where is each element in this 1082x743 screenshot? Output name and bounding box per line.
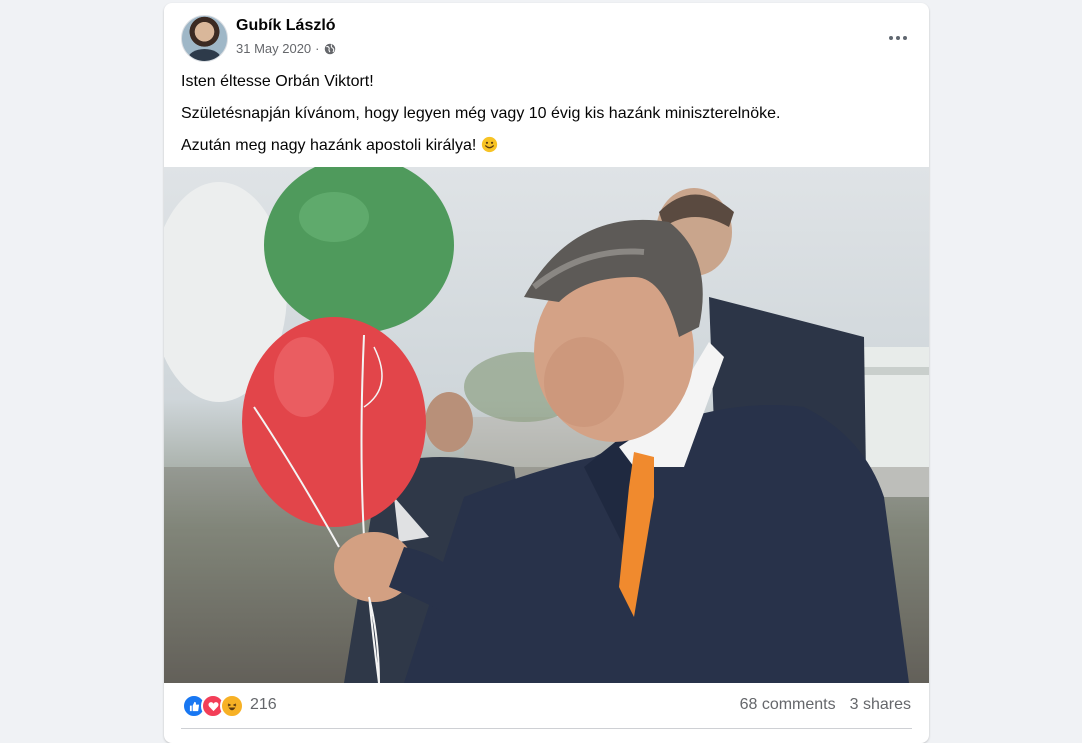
more-options-button[interactable] [883,23,913,53]
reaction-count[interactable]: 216 [250,696,277,714]
post-text-line: Azután meg nagy hazánk apostoli királya! [181,135,780,156]
reactions-bar: 216 68 comments 3 shares [164,684,929,728]
more-options-icon [889,36,893,40]
post-text: Isten éltesse Orbán Viktort! Születésnap… [181,71,780,167]
post-photo[interactable] [164,167,929,683]
divider [181,728,912,729]
meta-separator: · [315,41,320,56]
photo-illustration [164,167,929,683]
smiley-emoji-icon [481,136,497,153]
shares-count[interactable]: 3 shares [850,696,911,714]
comments-count[interactable]: 68 comments [740,696,836,714]
avatar[interactable] [181,15,228,62]
post-text-line: Isten éltesse Orbán Viktort! [181,73,374,90]
post-date[interactable]: 31 May 2020 [236,41,311,56]
haha-reaction-icon [220,694,244,718]
author-name[interactable]: Gubík László [236,17,336,35]
post-header: Gubík László 31 May 2020 · [164,3,929,67]
engagement-counts: 68 comments 3 shares [740,696,911,714]
post-text-line: Születésnapján kívánom, hogy legyen még … [181,105,781,122]
reaction-icons[interactable] [182,694,244,718]
globe-icon[interactable] [324,43,336,55]
post-card: Gubík László 31 May 2020 · Isten éltesse… [164,3,929,743]
post-meta: 31 May 2020 · [236,41,336,56]
